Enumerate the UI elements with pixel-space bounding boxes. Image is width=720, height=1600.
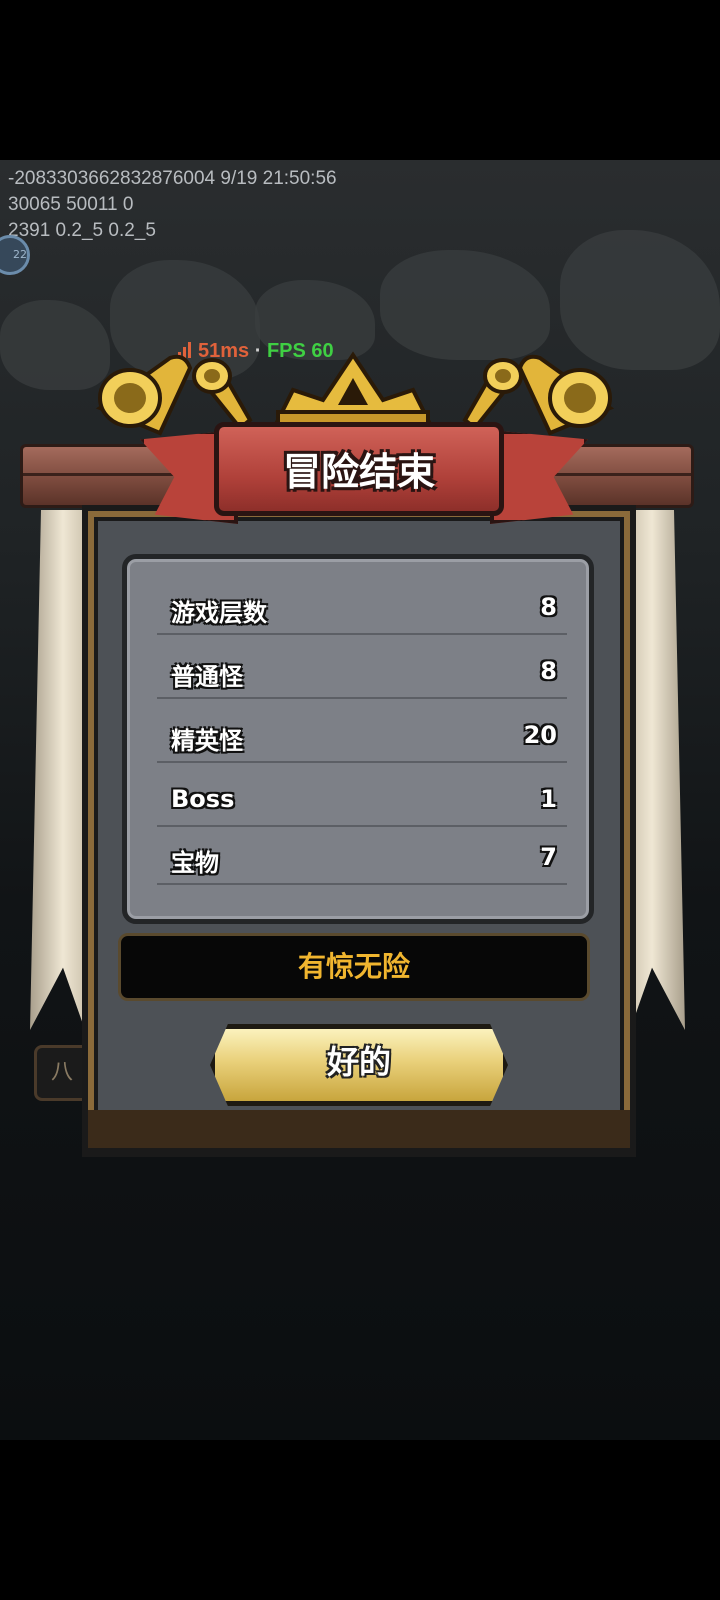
divider (157, 697, 567, 699)
stat-row-treasure: 宝物 7 (157, 835, 567, 885)
stat-value: 20 (523, 721, 557, 749)
stat-row-floors: 游戏层数 8 (157, 585, 567, 635)
debug-line-1: -2083303662832876004 9/19 21:50:56 (8, 168, 337, 189)
stat-row-boss: Boss 1 (157, 777, 567, 827)
stat-value: 8 (540, 657, 557, 685)
stat-label: 游戏层数 (171, 599, 267, 627)
stat-label: 普通怪 (171, 663, 243, 691)
debug-line-3: 2391 0.2_5 0.2_5 (8, 220, 156, 241)
stat-value: 7 (540, 843, 557, 871)
divider (157, 633, 567, 635)
stat-row-normal-monsters: 普通怪 8 (157, 649, 567, 699)
title-banner: 冒险结束 (214, 422, 504, 516)
stat-value: 1 (540, 785, 557, 813)
dialog-title: 冒险结束 (282, 450, 435, 494)
divider (157, 825, 567, 827)
result-text: 有惊无险 (118, 933, 590, 1001)
stat-value: 8 (540, 593, 557, 621)
stats-box: 游戏层数 8 普通怪 8 精英怪 20 Boss 1 宝物 7 (122, 554, 594, 924)
stat-label: 精英怪 (171, 727, 243, 755)
stat-row-elite-monsters: 精英怪 20 (157, 713, 567, 763)
debug-line-2: 30065 50011 0 (8, 194, 134, 215)
divider (157, 883, 567, 885)
stat-label: Boss (171, 785, 235, 813)
dialog-base (82, 1110, 636, 1154)
ok-button[interactable]: 好的 (210, 1024, 508, 1106)
trumpet-icon (517, 354, 615, 436)
divider (157, 761, 567, 763)
stat-label: 宝物 (171, 849, 219, 877)
ok-button-label: 好的 (326, 1043, 391, 1081)
crown-icon (274, 351, 432, 428)
